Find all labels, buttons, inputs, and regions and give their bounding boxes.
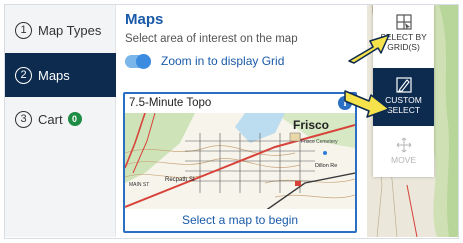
yellow-arrow-icon <box>344 90 390 118</box>
cart-count-badge: 0 <box>67 112 82 126</box>
topo-map-card[interactable]: 7.5-Minute Topo i Frisco Frisco Cemetery… <box>123 92 357 233</box>
step-map-types[interactable]: 1 Map Types <box>5 8 116 52</box>
step-number: 2 <box>15 66 32 84</box>
map-label-recpath: Recpath St <box>165 177 195 183</box>
step-number: 1 <box>15 21 32 39</box>
step-cart[interactable]: 3 Cart 0 <box>5 97 116 141</box>
step-number: 3 <box>15 110 32 128</box>
step-label: Cart <box>38 111 63 127</box>
move-button[interactable]: MOVE <box>373 131 434 177</box>
page-subtitle: Select area of interest on the map <box>125 33 298 45</box>
move-label: MOVE <box>390 155 417 165</box>
topo-map-thumbnail: Frisco Frisco Cemetery MAIN ST Recpath S… <box>125 113 355 211</box>
map-label-dillon: Dillon Re <box>315 163 337 169</box>
step-label: Maps <box>38 67 70 83</box>
app-frame: 1 Map Types 2 Maps 3 Cart 0 Maps Select … <box>4 4 459 239</box>
map-label-cemetery: Frisco Cemetery <box>301 139 338 145</box>
map-label-main-st: MAIN ST <box>129 182 149 188</box>
toggle-label: Zoom in to display Grid <box>161 54 285 68</box>
map-label-frisco: Frisco <box>293 118 329 132</box>
card-title: 7.5-Minute Topo <box>129 97 212 109</box>
yellow-arrow-icon <box>348 34 390 64</box>
zoom-grid-toggle[interactable] <box>125 53 151 69</box>
step-label: Map Types <box>38 22 102 38</box>
step-maps[interactable]: 2 Maps <box>5 53 116 97</box>
page-title: Maps <box>125 11 164 28</box>
step-sidebar: 1 Map Types 2 Maps 3 Cart 0 <box>5 5 116 237</box>
grid-toggle-row[interactable]: Zoom in to display Grid <box>125 53 285 69</box>
move-arrows-icon <box>396 137 411 153</box>
select-map-prompt[interactable]: Select a map to begin <box>125 209 355 231</box>
maps-panel: Maps Select area of interest on the map … <box>117 5 447 237</box>
